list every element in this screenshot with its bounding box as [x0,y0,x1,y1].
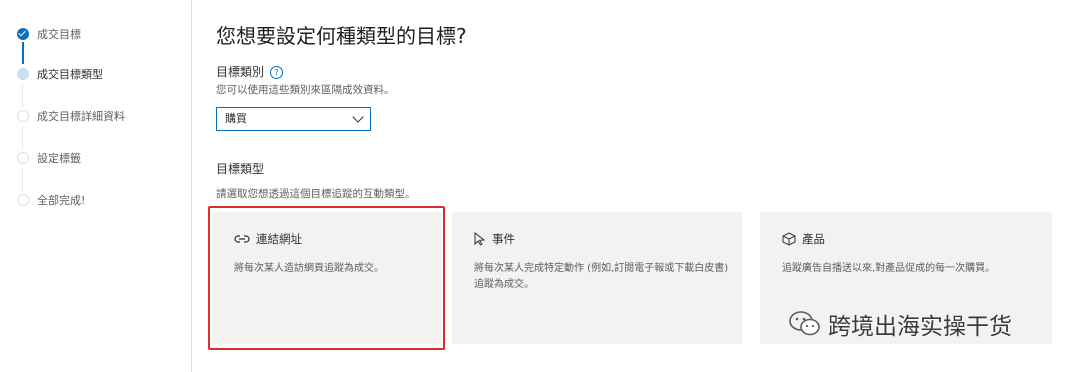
card-title-row: 事件 [474,231,515,247]
step-connector [22,168,23,192]
watermark-text: 跨境出海实操干货 [828,314,1012,340]
step-label: 成交目標 [37,28,81,41]
card-title: 事件 [492,232,515,246]
category-label-row: 目標類別? [216,63,284,80]
highlight-box [208,206,445,350]
category-label: 目標類別 [216,65,265,79]
wechat-icon [789,311,820,336]
goal-type-card-event[interactable]: 事件 將每次某人完成特定動作 (例如,訂閱電子報或下載白皮書) 追蹤為成交。 [452,212,742,344]
type-section-hint: 請選取您想透過這個目標追蹤的互動類型。 [216,188,416,200]
help-icon[interactable]: ? [270,66,284,79]
page-title: 您想要設定何種類型的目標? [216,24,467,48]
step-label: 設定標籤 [37,152,81,165]
step-label: 全部完成! [37,194,86,207]
card-title-row: 產品 [782,231,825,247]
card-title: 產品 [802,232,825,246]
step-todo-icon [17,194,29,206]
step-done-icon [17,28,29,40]
watermark: 跨境出海实操干货 [788,307,1012,341]
step-current-icon [17,68,29,80]
step-label: 成交目標詳細資料 [37,110,125,123]
step-connector [22,126,23,150]
step-connector [22,84,23,108]
card-description: 追蹤廣告自播送以來,對產品促成的每一次購買。 [782,263,996,274]
step-connector [22,42,24,64]
category-hint: 您可以使用這些類別來區隔成效資料。 [216,84,395,96]
card-description: 將每次某人完成特定動作 (例如,訂閱電子報或下載白皮書) 追蹤為成交。 [474,263,729,290]
chevron-down-icon [352,111,364,123]
step-label: 成交目標類型 [37,68,103,81]
cursor-icon [474,232,486,246]
box-icon [782,232,796,246]
step-todo-icon [17,110,29,122]
type-section-label: 目標類型 [216,162,265,176]
category-select[interactable]: 購買 [216,107,371,131]
category-select-value: 購買 [225,112,247,125]
stepper-sidebar: 成交目標 成交目標類型 成交目標詳細資料 設定標籤 全部完成! [0,0,192,372]
step-todo-icon [17,152,29,164]
